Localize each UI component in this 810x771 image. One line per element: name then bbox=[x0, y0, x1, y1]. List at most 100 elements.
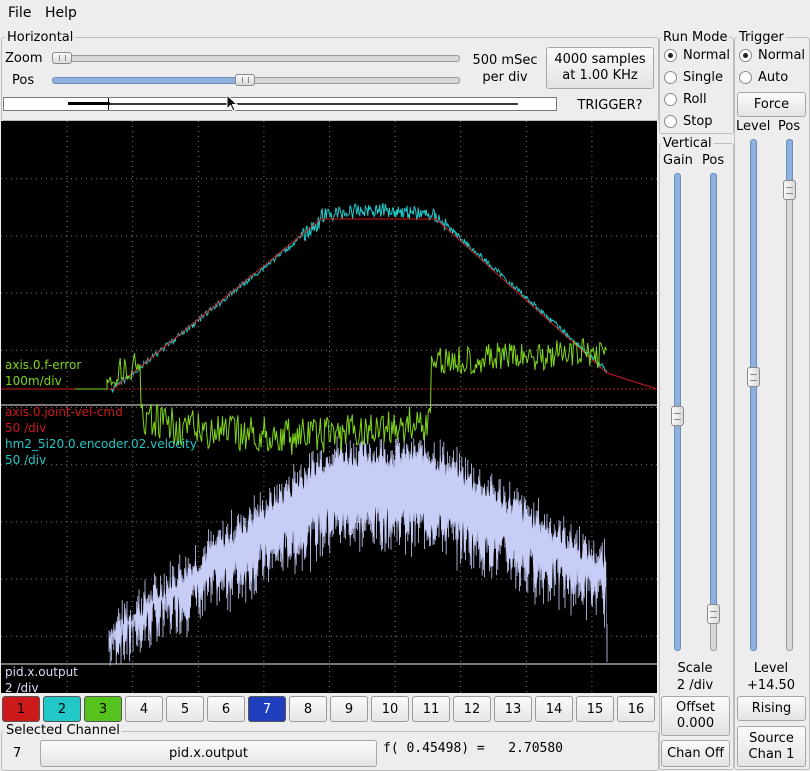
trigger-normal[interactable]: Normal bbox=[739, 48, 805, 63]
channel-button-label: 11 bbox=[422, 701, 440, 717]
mouse-cursor-icon bbox=[226, 94, 239, 112]
trigger-title: Trigger bbox=[737, 30, 786, 45]
vertical-pos-slider-handle[interactable] bbox=[707, 604, 720, 624]
channel-button-2[interactable]: 2 bbox=[43, 696, 81, 722]
selected-channel-name-button[interactable]: pid.x.output bbox=[40, 740, 377, 767]
run-mode-roll-label: Roll bbox=[683, 92, 707, 107]
pos-slider-rest bbox=[244, 77, 460, 84]
channel-button-12[interactable]: 12 bbox=[453, 696, 491, 722]
gain-slider-handle[interactable] bbox=[671, 406, 684, 426]
offset-button[interactable]: Offset 0.000 bbox=[661, 696, 730, 736]
channel-button-label: 1 bbox=[16, 701, 26, 717]
run-mode-single-label: Single bbox=[683, 70, 723, 85]
channel-button-7[interactable]: 7 bbox=[248, 696, 286, 722]
menu-bar: File Help bbox=[0, 0, 810, 27]
trigger-source-button[interactable]: Source Chan 1 bbox=[737, 726, 806, 767]
offset-value: 0.000 bbox=[676, 716, 715, 731]
selected-channel-title: Selected Channel bbox=[4, 723, 122, 738]
trace-name-velcmd: axis.0.joint-vel-cmd bbox=[5, 405, 123, 419]
pos-slider-handle[interactable] bbox=[235, 74, 255, 86]
zoom-slider[interactable] bbox=[52, 55, 460, 62]
force-button[interactable]: Force bbox=[737, 92, 806, 117]
channel-button-label: 14 bbox=[545, 701, 563, 717]
vertical-title: Vertical bbox=[661, 136, 714, 151]
channel-button-14[interactable]: 14 bbox=[535, 696, 573, 722]
trigger-auto-label: Auto bbox=[758, 70, 789, 85]
run-mode-single[interactable]: Single bbox=[664, 70, 723, 85]
trigger-pos-slider[interactable] bbox=[786, 139, 793, 651]
trace-name-pid: pid.x.output bbox=[5, 665, 78, 679]
radio-icon bbox=[664, 71, 677, 84]
channel-button-6[interactable]: 6 bbox=[207, 696, 245, 722]
run-mode-normal-label: Normal bbox=[683, 48, 731, 63]
channel-button-13[interactable]: 13 bbox=[494, 696, 532, 722]
trigger-pos-slider-handle[interactable] bbox=[783, 180, 796, 200]
chan-off-label: Chan Off bbox=[667, 745, 724, 761]
zoom-label: Zoom bbox=[5, 51, 43, 66]
chan-off-button[interactable]: Chan Off bbox=[661, 740, 730, 767]
channel-button-11[interactable]: 11 bbox=[412, 696, 450, 722]
channel-button-15[interactable]: 15 bbox=[576, 696, 614, 722]
offset-caption: Offset bbox=[675, 700, 716, 715]
trigger-auto[interactable]: Auto bbox=[739, 70, 788, 85]
file-menu-label: File bbox=[8, 5, 32, 21]
channel-button-label: 15 bbox=[586, 701, 604, 717]
run-mode-roll[interactable]: Roll bbox=[664, 92, 707, 107]
trigger-edge-label: Rising bbox=[751, 700, 792, 716]
trace-name-ferror: axis.0.f-error bbox=[5, 358, 82, 372]
time-per-div-value: 500 mSec bbox=[472, 53, 538, 68]
trigger-level-label: Level bbox=[736, 119, 771, 134]
zoom-slider-handle[interactable] bbox=[52, 52, 72, 64]
cursor-readout: f( 0.45498) = 2.70580 bbox=[383, 741, 564, 756]
channel-button-label: 10 bbox=[381, 701, 399, 717]
channel-button-5[interactable]: 5 bbox=[166, 696, 204, 722]
trigger-normal-label: Normal bbox=[758, 48, 806, 63]
trace-scale-ferror: 100m/div bbox=[5, 374, 62, 388]
selected-channel-number: 7 bbox=[13, 746, 22, 761]
vertical-pos-slider-fill bbox=[710, 173, 717, 605]
trace-label-ferror: axis.0.f-error 100m/div bbox=[5, 357, 81, 389]
scale-value: 2 /div bbox=[676, 678, 714, 693]
vertical-pos-label: Pos bbox=[702, 153, 725, 168]
samples-button[interactable]: 4000 samples at 1.00 KHz bbox=[546, 47, 654, 89]
run-mode-normal[interactable]: Normal bbox=[664, 48, 730, 63]
channel-button-label: 7 bbox=[262, 701, 272, 717]
trigger-level-readout: Level +14.50 bbox=[736, 660, 806, 694]
trace-label-velcmd: axis.0.joint-vel-cmd 50 /div bbox=[5, 404, 123, 436]
channel-button-label: 5 bbox=[180, 701, 190, 717]
trigger-level-slider[interactable] bbox=[750, 139, 757, 651]
channel-button-8[interactable]: 8 bbox=[289, 696, 327, 722]
run-mode-stop-label: Stop bbox=[683, 114, 713, 129]
radio-icon bbox=[739, 71, 752, 84]
trigger-pos-label: Pos bbox=[778, 119, 801, 134]
channel-button-16[interactable]: 16 bbox=[617, 696, 655, 722]
help-menu[interactable]: Help bbox=[45, 5, 77, 21]
channel-button-10[interactable]: 10 bbox=[371, 696, 409, 722]
channel-button-9[interactable]: 9 bbox=[330, 696, 368, 722]
trigger-level-slider-handle[interactable] bbox=[747, 367, 760, 387]
trigger-status: TRIGGER? bbox=[577, 98, 643, 113]
channel-button-3[interactable]: 3 bbox=[84, 696, 122, 722]
pos-label: Pos bbox=[12, 73, 35, 88]
trace-name-encoder: hm2_5i20.0.encoder.02.velocity bbox=[5, 437, 197, 451]
record-position-bar[interactable] bbox=[3, 97, 557, 111]
scope-display[interactable]: axis.0.f-error 100m/div axis.0.joint-vel… bbox=[1, 121, 657, 693]
radio-checked-icon bbox=[739, 49, 752, 62]
horizontal-title: Horizontal bbox=[5, 30, 76, 45]
channel-button-label: 12 bbox=[463, 701, 481, 717]
channel-button-1[interactable]: 1 bbox=[2, 696, 40, 722]
channel-button-label: 2 bbox=[57, 701, 67, 717]
samples-rate: at 1.00 KHz bbox=[562, 68, 638, 83]
gain-label: Gain bbox=[663, 153, 693, 168]
selected-channel-name: pid.x.output bbox=[169, 745, 248, 761]
trace-scale-velcmd: 50 /div bbox=[5, 421, 47, 435]
scale-readout: Scale 2 /div bbox=[662, 660, 728, 694]
run-mode-stop[interactable]: Stop bbox=[664, 114, 713, 129]
time-per-div-unit: per div bbox=[482, 70, 528, 85]
file-menu[interactable]: File bbox=[8, 5, 31, 21]
run-mode-title: Run Mode bbox=[661, 30, 730, 45]
channel-button-label: 6 bbox=[221, 701, 231, 717]
trigger-marker bbox=[108, 98, 109, 110]
channel-button-4[interactable]: 4 bbox=[125, 696, 163, 722]
trigger-edge-button[interactable]: Rising bbox=[737, 696, 806, 721]
